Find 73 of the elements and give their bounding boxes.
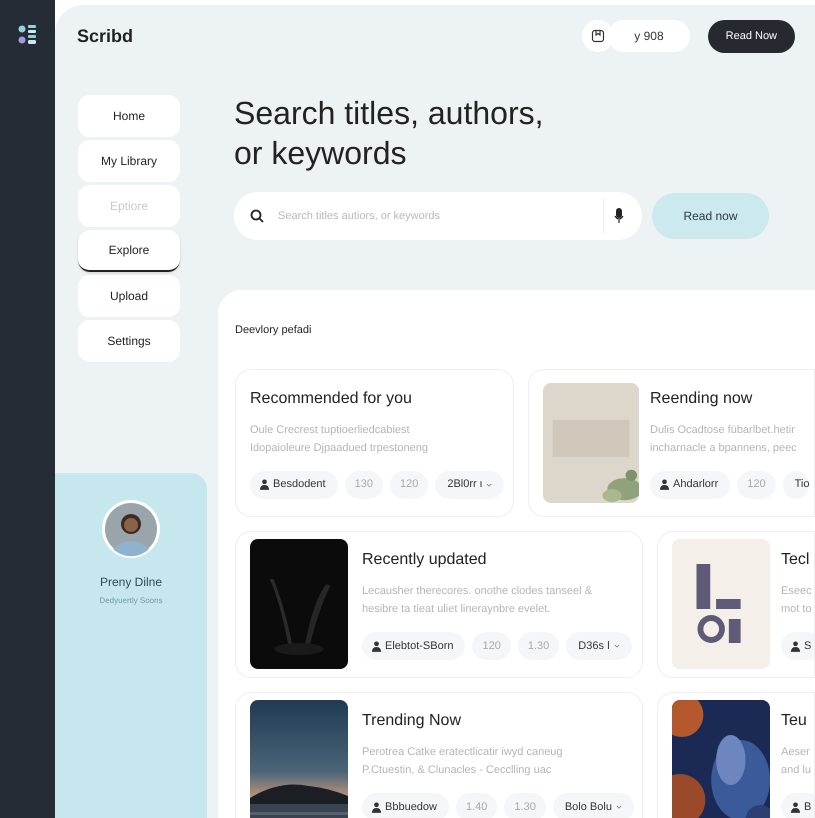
section-label: Deevlory pefadi: [235, 323, 312, 338]
author-name: B: [804, 800, 812, 815]
person-icon: [372, 640, 381, 652]
count-chip: 120: [472, 632, 511, 660]
card-title: Tecl: [781, 550, 810, 570]
card-description: Dulis Ocadtose fübarlbet.hetir incharnacle a bpannens, peec: [650, 422, 798, 456]
profile-name: Preny Dilne: [100, 574, 162, 591]
card-title: Recommended for you: [250, 388, 413, 408]
author-name: Besdodent: [273, 477, 326, 492]
nav-item[interactable]: Home: [78, 95, 180, 137]
microphone-icon[interactable]: [614, 208, 624, 224]
person-icon: [791, 640, 800, 652]
nav-item[interactable]: My Library: [78, 140, 180, 182]
dropdown-chip[interactable]: 2Bl0rr ι: [435, 470, 504, 498]
nav-item[interactable]: Settings: [78, 320, 180, 362]
book-card[interactable]: Recommended for you Oule Crecrest tuptioerliedcabiest Idopaioleure Djpaadued trpestoneng Besdodent 130 120 2Bl0rr ι: [235, 368, 514, 516]
card-description: Lecausher therecores. onothe clodes tanseel & hesibre ta tieat uliet lineraynbre evelet.: [362, 584, 593, 617]
count-chip: 1.40: [456, 793, 498, 818]
book-card[interactable]: Trending Now Perotrea Catke eratectlicatir iwyd caneug P.Ctuestin, & Clunacles - Cecclling uac Bbbuedow 1.40 1.30 Bolo Bolu: [235, 692, 643, 818]
points-pill: y 908: [608, 20, 690, 52]
card-description: Aeser and lu: [781, 745, 812, 778]
nav-item[interactable]: Upload: [78, 275, 180, 317]
caret-icon: [486, 482, 492, 486]
page-heading: Search titles, authors, or keywords: [234, 94, 544, 173]
count-chip: 1.30: [518, 632, 560, 660]
author-name: Ahdarlorr: [673, 477, 718, 492]
author-chip[interactable]: Bbbuedow: [362, 793, 449, 818]
nav-item[interactable]: Explore: [78, 230, 180, 272]
dropdown-label: D36s ǀ: [578, 638, 610, 654]
author-chip[interactable]: Besdodent: [250, 470, 338, 498]
bookmark-icon: [591, 29, 606, 43]
count-chip: 120: [390, 470, 428, 498]
profile-subtitle: Dedyuertly Soons: [99, 595, 163, 607]
card-description: Oule Crecrest tuptioerliedcabiest Idopaioleure Djpaadued trpestoneng: [250, 422, 429, 456]
search-field[interactable]: Search titles autiors, or keywords: [234, 192, 642, 240]
count-chip: 130: [344, 470, 383, 498]
card-title: Recently updated: [362, 550, 488, 570]
read-now-button[interactable]: Read now: [652, 193, 769, 239]
brand-name[interactable]: Scribd: [77, 22, 134, 50]
book-card[interactable]: Reending now Dulis Ocadtose fübarlbet.hetir incharnacle a bpannens, peec Ahdarlorr 120 Tio: [528, 368, 815, 516]
author-name: Bbbuedow: [385, 800, 437, 815]
book-card[interactable]: Tecl Eseec mot to S: [657, 530, 815, 678]
read-now-button[interactable]: Read Now: [708, 20, 795, 52]
search-icon: [250, 209, 264, 223]
person-icon: [260, 479, 269, 490]
author-chip[interactable]: Elebtot-SBorn: [362, 632, 466, 660]
card-title: Trending Now: [362, 711, 462, 731]
book-card[interactable]: Recently updated Lecausher therecores. onothe clodes tanseel & hesibre ta tieat uliet lineraynbre evelet. Elebtot-SBorn 120 1.30 D36s ǀ: [235, 530, 643, 678]
caret-icon: [614, 644, 620, 648]
avatar: [101, 499, 161, 559]
dropdown-label: 2Bl0rr ι: [447, 477, 482, 492]
count-chip: 120: [737, 470, 776, 498]
card-description: Perotrea Catke eratectlicatir iwyd caneug P.Ctuestin, & Clunacles - Cecclling uac: [362, 745, 564, 778]
author-name: Elebtot-SBorn: [385, 638, 454, 654]
app-logo-icon[interactable]: [18, 24, 38, 46]
person-icon: [791, 802, 800, 812]
dropdown-chip[interactable]: D36s ǀ: [566, 632, 632, 660]
author-name: S: [804, 638, 812, 654]
count-chip: 1.30: [504, 793, 546, 818]
caret-icon: [616, 805, 622, 809]
card-title: Teu: [781, 711, 808, 731]
card-description: Eseec mot to: [781, 584, 813, 617]
author-chip[interactable]: S: [781, 632, 814, 660]
book-card[interactable]: Teu Aeser and lu B: [657, 692, 815, 818]
dropdown-chip[interactable]: Bolo Bolu: [552, 793, 634, 818]
dropdown-label: Bolo Bolu: [564, 800, 612, 815]
person-icon: [372, 802, 381, 812]
tag-chip: Tio: [782, 470, 810, 498]
author-chip[interactable]: B: [781, 793, 814, 818]
card-title: Reending now: [650, 388, 754, 408]
author-chip[interactable]: Ahdarlorr: [650, 470, 730, 498]
search-input[interactable]: Search titles autiors, or keywords: [278, 208, 593, 224]
person-icon: [660, 479, 669, 490]
